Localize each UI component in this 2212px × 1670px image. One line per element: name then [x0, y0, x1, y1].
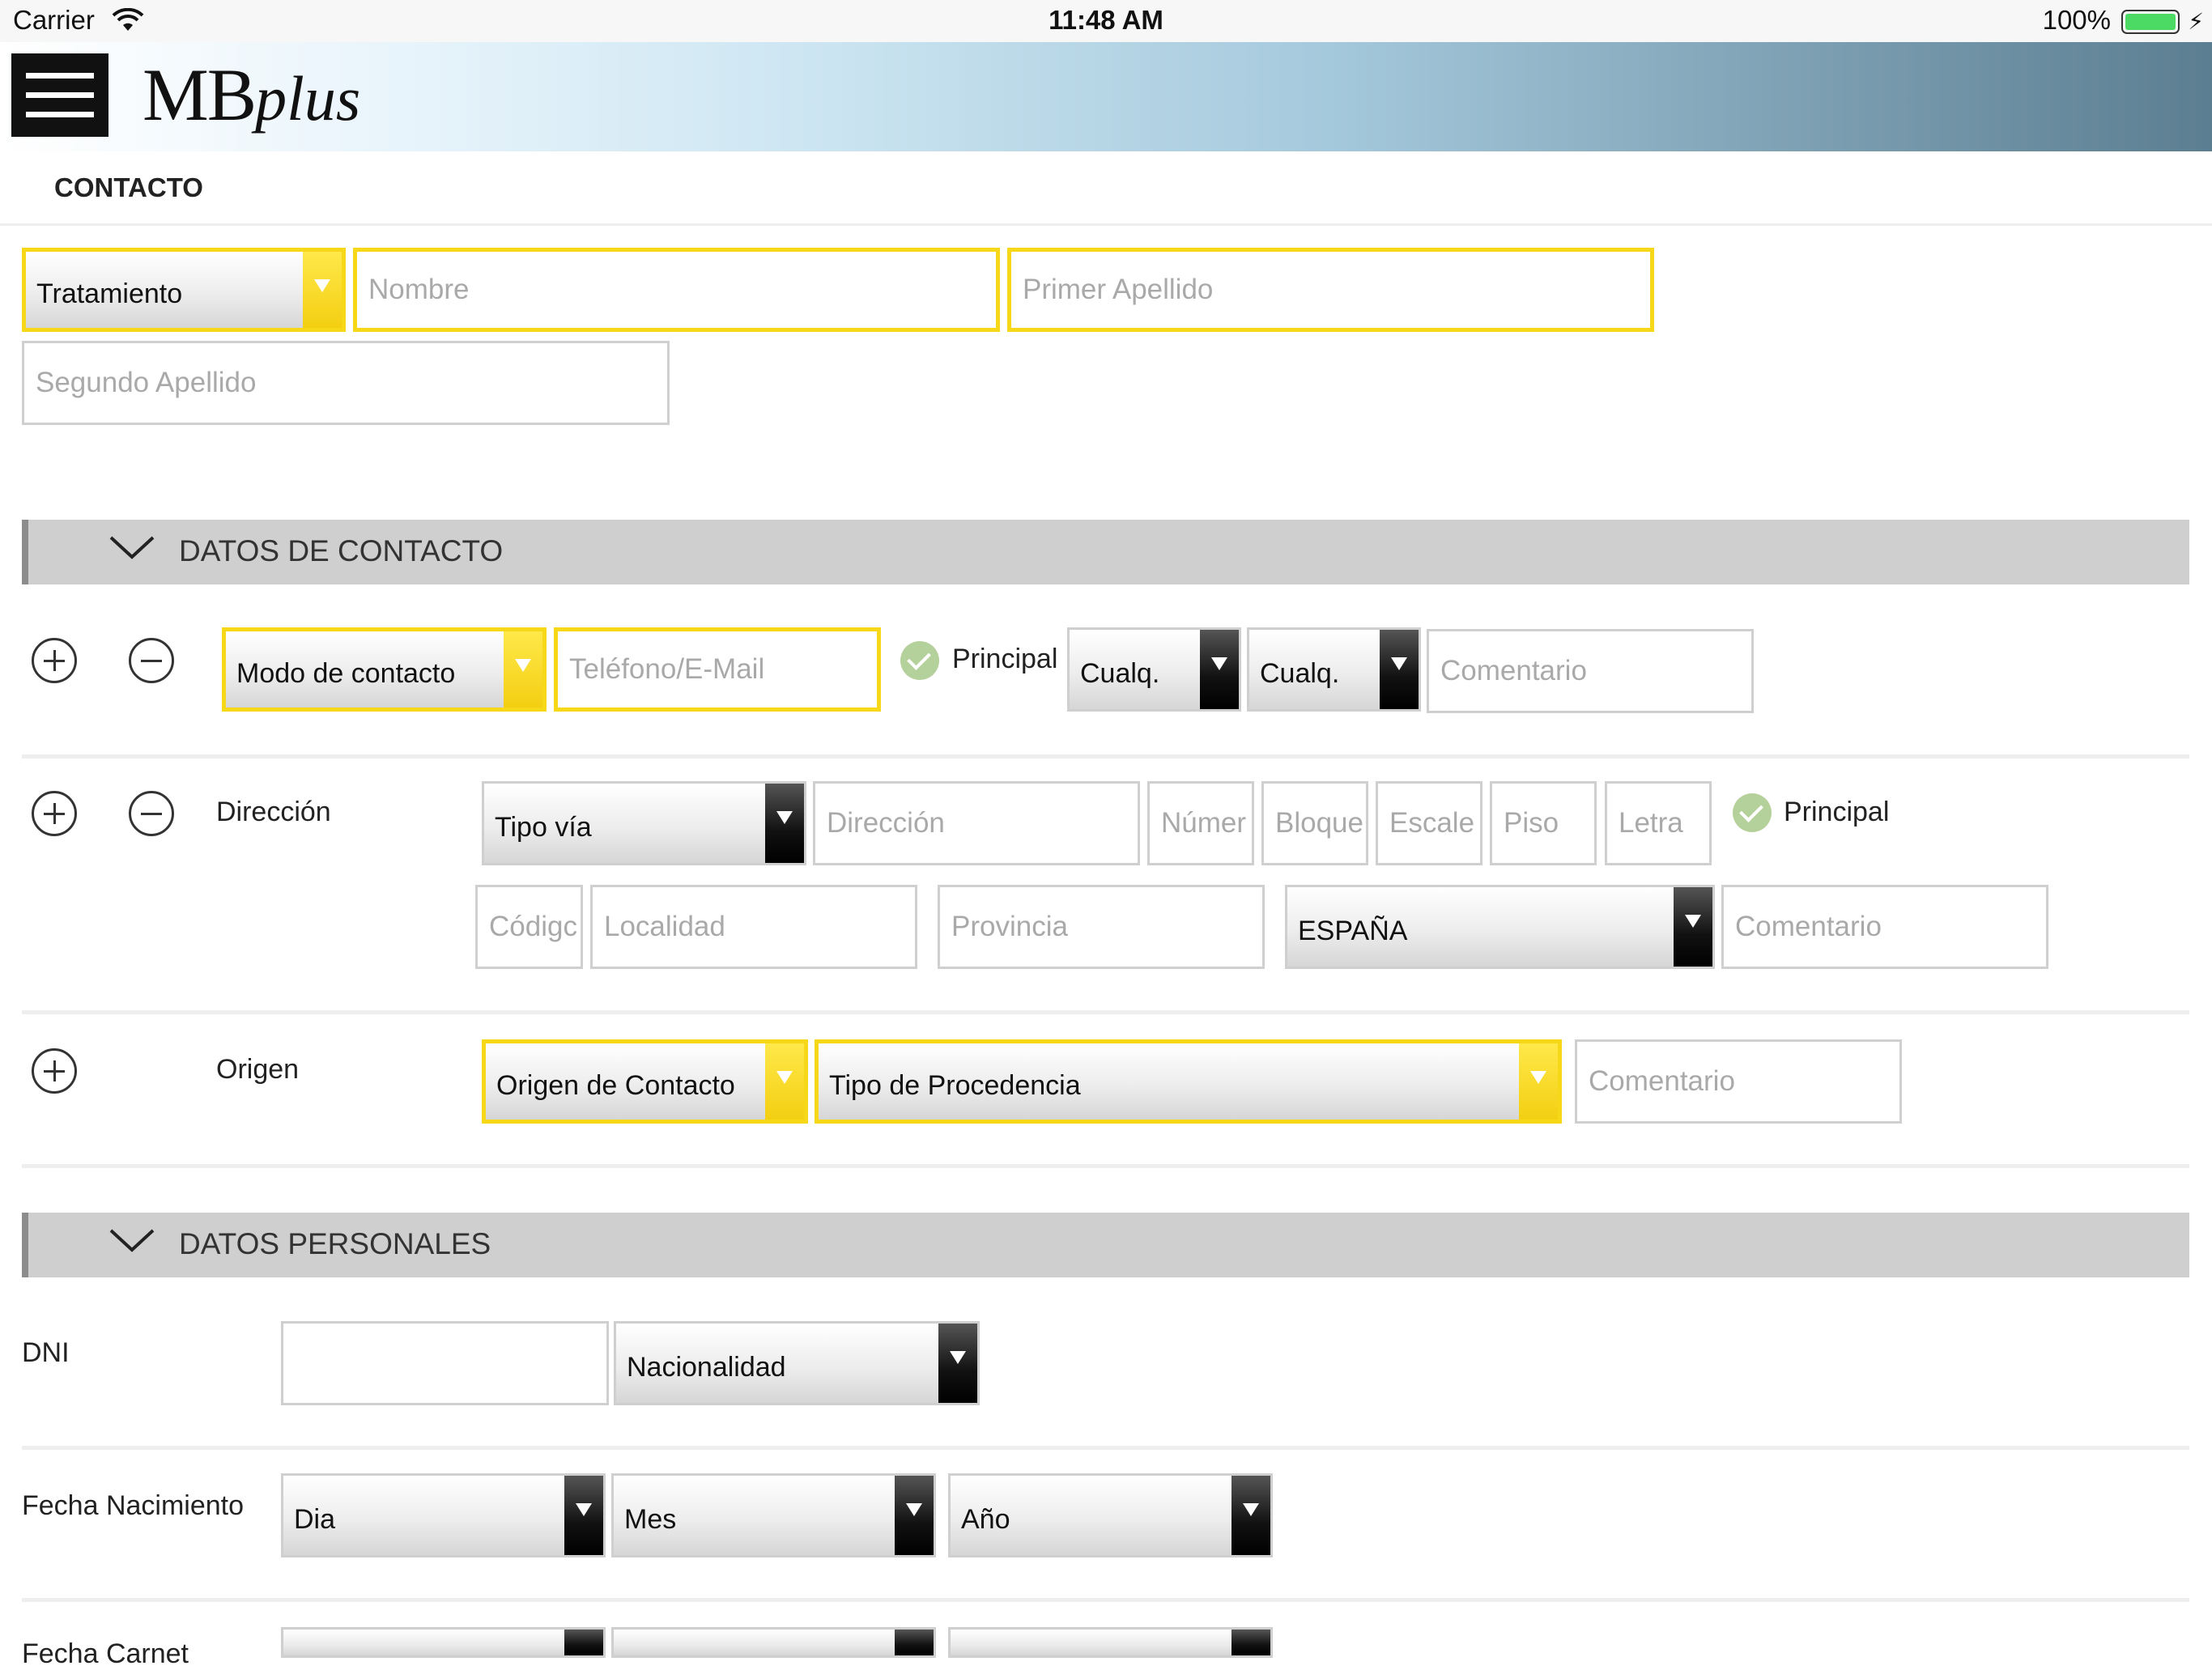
carnet-dia-select[interactable]	[281, 1627, 606, 1658]
divider	[22, 1446, 2189, 1450]
tipo-procedencia-label: Tipo de Procedencia	[829, 1069, 1081, 1101]
menu-icon-bar	[26, 112, 94, 117]
modo-contacto-select[interactable]: Modo de contacto	[222, 627, 547, 712]
dropdown-arrow-icon	[1231, 1630, 1270, 1655]
dropdown-arrow-icon	[1519, 1043, 1558, 1120]
dropdown-arrow-icon	[938, 1324, 977, 1403]
dropdown-arrow-icon	[765, 784, 804, 863]
page-title: CONTACTO	[54, 172, 203, 202]
tipo-via-select[interactable]: Tipo vía	[482, 781, 806, 865]
piso-input[interactable]: Piso	[1490, 781, 1597, 865]
section-title: DATOS DE CONTACTO	[179, 534, 504, 567]
add-origin-button[interactable]	[32, 1048, 77, 1094]
tipo-via-label: Tipo vía	[495, 811, 592, 843]
dia-label: Dia	[294, 1503, 336, 1535]
modo-contacto-label: Modo de contacto	[236, 657, 456, 689]
escalera-input[interactable]: Escale	[1376, 781, 1482, 865]
menu-button[interactable]	[11, 53, 108, 137]
telefono-email-input[interactable]: Teléfono/E-Mail	[554, 627, 881, 712]
codigo-postal-input[interactable]: Códigc	[475, 885, 583, 969]
dia-select[interactable]: Dia	[281, 1473, 606, 1557]
dropdown-arrow-icon	[564, 1476, 603, 1555]
dropdown-arrow-icon	[765, 1043, 804, 1120]
dropdown-arrow-icon	[1674, 887, 1712, 967]
pais-label: ESPAÑA	[1298, 915, 1408, 946]
tipo-procedencia-select[interactable]: Tipo de Procedencia	[815, 1039, 1562, 1124]
dropdown-arrow-icon	[504, 631, 542, 708]
check-circle-icon[interactable]	[1733, 793, 1772, 832]
divider	[22, 754, 2189, 759]
dni-label: DNI	[22, 1337, 70, 1368]
mes-select[interactable]: Mes	[611, 1473, 936, 1557]
status-time: 11:48 AM	[1049, 5, 1163, 35]
add-contact-button[interactable]	[32, 638, 77, 683]
fecha-nacimiento-label: Fecha Nacimiento	[22, 1490, 245, 1521]
logo-italic: plus	[255, 63, 361, 134]
carnet-anio-select[interactable]	[948, 1627, 1273, 1658]
nombre-input[interactable]: Nombre	[353, 248, 1000, 332]
principal-label: Principal	[1784, 797, 1890, 827]
origen-contacto-label: Origen de Contacto	[496, 1069, 735, 1101]
add-address-button[interactable]	[32, 791, 77, 836]
carnet-mes-select[interactable]	[611, 1627, 936, 1658]
tratamiento-select[interactable]: Tratamiento	[22, 248, 346, 332]
dropdown-arrow-icon	[895, 1476, 934, 1555]
direccion-input[interactable]: Dirección	[813, 781, 1140, 865]
chevron-down-icon	[109, 1229, 155, 1252]
nacionalidad-select[interactable]: Nacionalidad	[614, 1321, 980, 1405]
divider	[22, 1010, 2189, 1014]
logo-main: MB	[143, 53, 257, 136]
section-datos-contacto[interactable]: DATOS DE CONTACTO	[22, 520, 2189, 584]
battery-percent: 100%	[2042, 5, 2111, 35]
chevron-down-icon	[109, 536, 155, 559]
logo: MBplus	[143, 52, 360, 138]
dropdown-arrow-icon	[1380, 630, 1419, 709]
letra-input[interactable]: Letra	[1605, 781, 1712, 865]
principal-label: Principal	[952, 644, 1058, 674]
primer-apellido-input[interactable]: Primer Apellido	[1007, 248, 1654, 332]
comentario-origen-input[interactable]: Comentario	[1575, 1039, 1902, 1124]
section-datos-personales[interactable]: DATOS PERSONALES	[22, 1213, 2189, 1277]
comentario-direccion-input[interactable]: Comentario	[1721, 885, 2048, 969]
tratamiento-label: Tratamiento	[36, 278, 183, 309]
nacionalidad-label: Nacionalidad	[627, 1351, 786, 1383]
battery-icon	[2121, 10, 2180, 34]
divider	[22, 1598, 2189, 1602]
remove-contact-button[interactable]	[129, 638, 174, 683]
cualq-label: Cualq.	[1080, 657, 1160, 689]
numero-input[interactable]: Númer	[1147, 781, 1254, 865]
menu-icon	[26, 73, 94, 79]
cualq-label: Cualq.	[1260, 657, 1340, 689]
charging-icon: ⚡	[2188, 9, 2204, 34]
dropdown-arrow-icon	[1200, 630, 1239, 709]
origen-contacto-select[interactable]: Origen de Contacto	[482, 1039, 808, 1124]
status-bar: Carrier 11:48 AM 100% ⚡	[0, 0, 2212, 42]
direccion-label: Dirección	[216, 797, 331, 827]
comentario-contacto-input[interactable]: Comentario	[1427, 629, 1754, 713]
check-circle-icon[interactable]	[900, 641, 939, 680]
dropdown-arrow-icon	[564, 1630, 603, 1655]
pais-select[interactable]: ESPAÑA	[1285, 885, 1715, 969]
segundo-apellido-input[interactable]: Segundo Apellido	[22, 341, 670, 425]
dni-input[interactable]	[281, 1321, 609, 1405]
dropdown-arrow-icon	[895, 1630, 934, 1655]
section-title: DATOS PERSONALES	[179, 1227, 491, 1260]
dropdown-arrow-icon	[303, 252, 342, 328]
divider	[0, 223, 2212, 226]
dropdown-arrow-icon	[1231, 1476, 1270, 1555]
localidad-input[interactable]: Localidad	[590, 885, 917, 969]
cualq-select-1[interactable]: Cualq.	[1067, 627, 1241, 712]
anio-select[interactable]: Año	[948, 1473, 1273, 1557]
app-header: MBplus	[0, 42, 2212, 151]
menu-icon-bar	[26, 92, 94, 98]
provincia-input[interactable]: Provincia	[938, 885, 1265, 969]
mes-label: Mes	[624, 1503, 677, 1535]
fecha-carnet-label: Fecha Carnet	[22, 1638, 189, 1669]
anio-label: Año	[961, 1503, 1010, 1535]
remove-address-button[interactable]	[129, 791, 174, 836]
bloque-input[interactable]: Bloque	[1261, 781, 1368, 865]
cualq-select-2[interactable]: Cualq.	[1247, 627, 1421, 712]
origen-label: Origen	[216, 1054, 300, 1085]
divider	[22, 1164, 2189, 1168]
